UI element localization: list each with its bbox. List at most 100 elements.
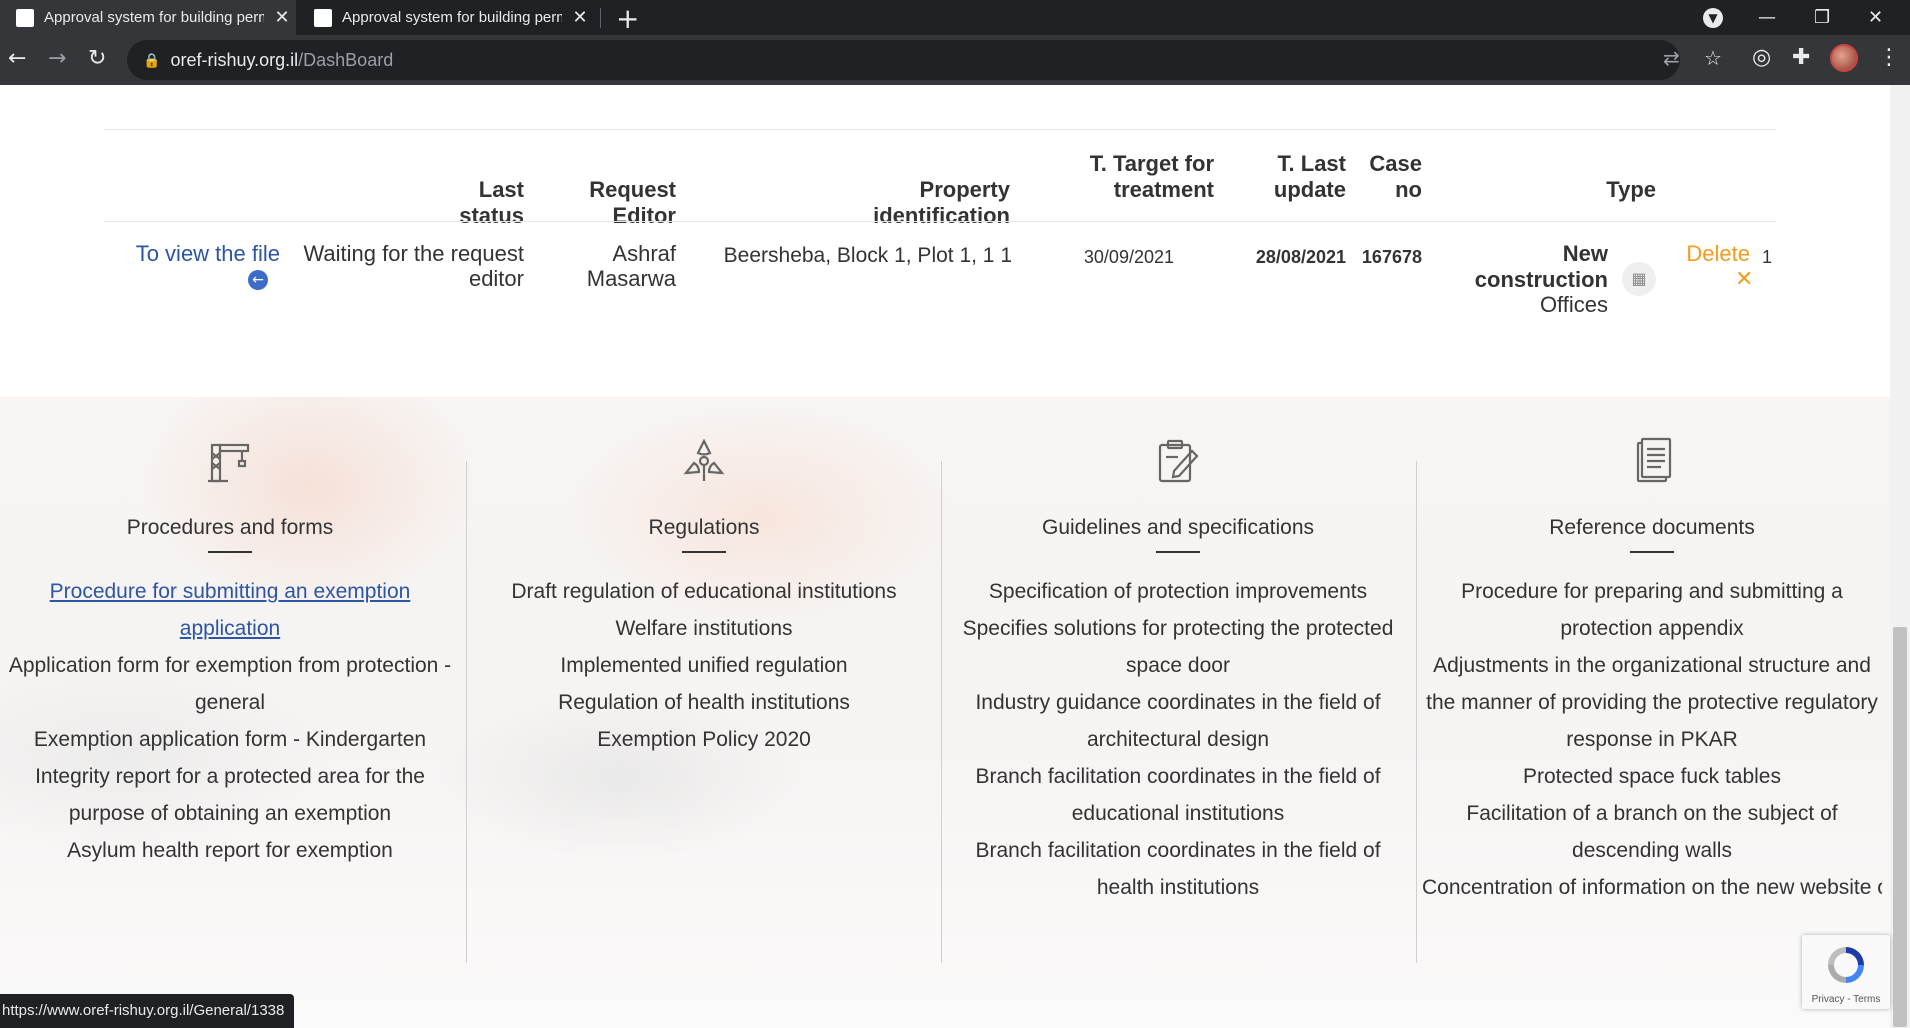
status-url-bar: https://www.oref-rishuy.org.il/General/1… <box>0 994 295 1028</box>
cell-case-no: 167678 <box>1361 247 1422 267</box>
link-list: Procedure for preparing and submitting a… <box>1422 573 1882 906</box>
header-case-no: Case no <box>1360 151 1422 203</box>
list-item[interactable]: Facilitation of a branch on the subject … <box>1422 795 1882 869</box>
list-item[interactable]: Procedure for preparing and submitting a… <box>1422 573 1882 647</box>
delete-x-icon[interactable]: ✕ <box>1735 267 1753 292</box>
new-tab-icon[interactable]: + <box>616 2 639 35</box>
cell-type: New construction Offices <box>1460 241 1608 318</box>
cell-request-editor: Ashraf Masarwa <box>560 241 676 291</box>
menu-kebab-icon[interactable]: ⋮ <box>1878 45 1900 70</box>
column-title: Reference documents <box>1549 516 1755 539</box>
header-target-line1: T. Target for <box>1089 151 1214 176</box>
address-host: oref-rishuy.org.il <box>170 49 299 70</box>
header-case-line1: Case <box>1369 151 1422 176</box>
browser-tab-1[interactable]: Approval system for building permits ✕ <box>0 0 296 35</box>
favicon-icon <box>314 8 332 27</box>
reload-icon[interactable]: ↻ <box>88 46 106 71</box>
list-item[interactable]: Procedure for submitting an exemption ap… <box>0 573 460 647</box>
translate-icon[interactable]: ⇄ <box>1663 46 1680 70</box>
list-item[interactable]: Protected space fuck tables <box>1422 758 1882 795</box>
restore-icon[interactable]: ❐ <box>1814 0 1830 35</box>
title-underline <box>682 551 726 553</box>
forward-icon[interactable]: → <box>48 46 66 71</box>
column-procedures: Procedures and forms Procedure for submi… <box>0 437 460 869</box>
header-target-date: T. Target for treatment <box>1060 151 1214 203</box>
link-list: Specification of protection improvements… <box>948 573 1408 906</box>
tab-title: Approval system for building permits <box>44 9 264 26</box>
list-item[interactable]: Branch facilitation coordinates in the f… <box>948 758 1408 832</box>
column-guidelines: Guidelines and specifications Specificat… <box>948 437 1408 906</box>
address-path: /DashBoard <box>298 49 394 70</box>
header-type: Type <box>1606 177 1656 202</box>
column-divider <box>1416 461 1417 963</box>
list-item[interactable]: Concentration of information on the new … <box>1422 869 1882 906</box>
tab-search-icon[interactable]: ▼ <box>1703 0 1723 35</box>
cell-last-update: 28/08/2021 <box>1255 247 1346 267</box>
browser-tabstrip: Approval system for building permits ✕ A… <box>0 0 1910 35</box>
arrow-left-icon[interactable]: ← <box>248 270 268 290</box>
close-icon[interactable]: ✕ <box>568 7 592 28</box>
list-item[interactable]: Specification of protection improvements <box>948 573 1408 610</box>
list-item[interactable]: Specifies solutions for protecting the p… <box>948 610 1408 684</box>
column-divider <box>466 461 467 963</box>
delete-button[interactable]: Delete <box>1676 241 1750 266</box>
header-last-update-line1: T. Last <box>1277 151 1346 176</box>
browser-tab-2[interactable]: Approval system for building permits ✕ <box>298 0 598 35</box>
header-divider <box>104 221 1776 222</box>
title-underline <box>208 551 252 553</box>
title-underline <box>1630 551 1674 553</box>
list-item[interactable]: Industry guidance coordinates in the fie… <box>948 684 1408 758</box>
document-icon <box>1422 437 1882 507</box>
tab-separator <box>600 8 601 28</box>
back-icon[interactable]: ← <box>8 46 26 71</box>
recaptcha-badge[interactable]: Privacy - Terms <box>1802 935 1890 1009</box>
list-item[interactable]: Adjustments in the organizational struct… <box>1422 647 1882 758</box>
radiation-icon <box>474 437 934 507</box>
exemption-procedure-link[interactable]: Procedure for submitting an exemption ap… <box>50 580 411 640</box>
column-reference: Reference documents Procedure for prepar… <box>1422 437 1882 906</box>
list-item[interactable]: Exemption Policy 2020 <box>474 721 934 758</box>
list-item[interactable]: Integrity report for a protected area fo… <box>0 758 460 832</box>
list-item[interactable]: Asylum health report for exemption <box>0 832 460 869</box>
header-target-line2: treatment <box>1113 177 1214 202</box>
list-item[interactable]: Exemption application form - Kindergarte… <box>0 721 460 758</box>
cell-property: Beersheba, Block 1, Plot 1, 1 1 <box>723 244 1012 267</box>
close-icon[interactable]: ✕ <box>270 7 294 28</box>
cell-type-line3: Offices <box>1539 292 1608 317</box>
favicon-icon <box>16 8 34 27</box>
cell-target-date: 30/09/2021 <box>1083 247 1174 267</box>
header-last-update-line2: update <box>1273 177 1346 202</box>
window-close-icon[interactable]: ✕ <box>1868 0 1883 35</box>
cell-editor-line1: Ashraf <box>612 241 676 266</box>
list-item[interactable]: Draft regulation of educational institut… <box>474 573 934 610</box>
cell-type-line1: New <box>1562 241 1608 266</box>
tab-title: Approval system for building permits <box>342 9 562 26</box>
header-last-update: T. Last update <box>1240 151 1346 203</box>
list-item[interactable]: Implemented unified regulation <box>474 647 934 684</box>
list-item[interactable]: Branch facilitation coordinates in the f… <box>948 832 1408 906</box>
cell-last-status: Waiting for the request editor <box>280 241 524 291</box>
scrollbar-thumb[interactable] <box>1893 627 1907 1027</box>
extensions-puzzle-icon[interactable]: ✚ <box>1792 45 1810 70</box>
resources-section: Procedures and forms Procedure for submi… <box>0 397 1890 1028</box>
list-item[interactable]: Welfare institutions <box>474 610 934 647</box>
row-index: 1 <box>1762 247 1773 267</box>
minimize-icon[interactable]: — <box>1758 0 1776 35</box>
recaptcha-label[interactable]: Privacy - Terms <box>1802 994 1890 1005</box>
avatar[interactable] <box>1830 44 1858 72</box>
cell-status-line2: editor <box>468 266 524 291</box>
address-bar[interactable]: 🔒 oref-rishuy.org.il/DashBoard <box>127 40 1680 80</box>
cell-status-line1: Waiting for the request <box>303 241 524 266</box>
page-content: Last status Request Editor Property iden… <box>0 85 1890 1028</box>
clipboard-edit-icon <box>948 437 1408 507</box>
view-file-link[interactable]: To view the file <box>120 241 280 266</box>
column-title: Regulations <box>648 516 760 539</box>
divider <box>104 129 1776 130</box>
list-item[interactable]: Regulation of health institutions <box>474 684 934 721</box>
title-underline <box>1156 551 1200 553</box>
column-divider <box>941 461 942 963</box>
list-item[interactable]: Application form for exemption from prot… <box>0 647 460 721</box>
extension-circle-icon[interactable]: ◎ <box>1752 45 1771 70</box>
recaptcha-icon <box>1828 947 1864 983</box>
bookmark-star-icon[interactable]: ☆ <box>1704 46 1722 70</box>
